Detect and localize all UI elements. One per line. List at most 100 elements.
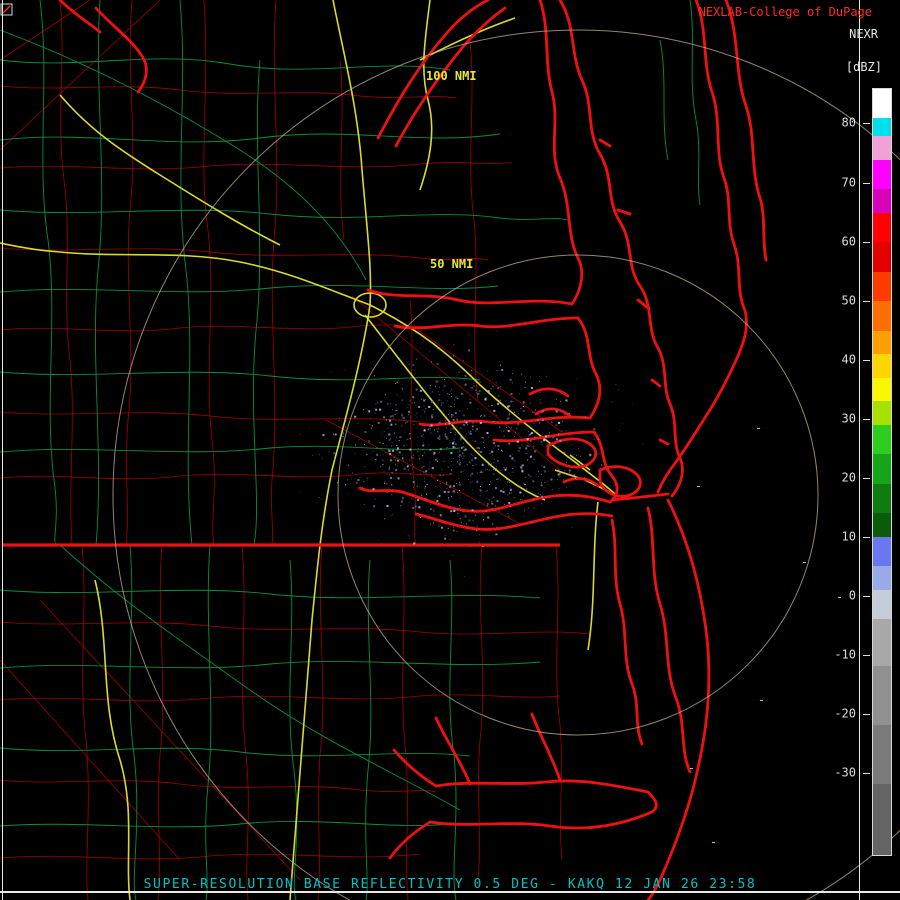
echo-pixel [357, 479, 360, 481]
echo-pixel [456, 418, 459, 421]
echo-pixel [386, 473, 388, 475]
echo-pixel [428, 444, 430, 446]
echo-pixel [440, 400, 442, 402]
echo-pixel [543, 487, 545, 489]
echo-pixel [400, 505, 402, 507]
echo-pixel [475, 371, 476, 373]
echo-pixel [443, 550, 445, 552]
echo-pixel [412, 495, 414, 497]
echo-pixel [527, 431, 529, 433]
echo-pixel [450, 396, 452, 398]
colorbar-tick-mark [863, 182, 870, 184]
echo-pixel [475, 389, 477, 391]
echo-pixel [450, 393, 452, 394]
echo-pixel [338, 419, 340, 421]
echo-pixel [602, 452, 604, 454]
echo-pixel [433, 498, 435, 500]
echo-pixel [569, 471, 570, 473]
echo-pixel [497, 444, 500, 447]
echo-pixel [468, 349, 471, 352]
echo-pixel [422, 409, 424, 411]
echo-pixel [479, 421, 482, 424]
echo-pixel [482, 437, 484, 439]
echo-pixel [419, 516, 421, 518]
echo-pixel [472, 439, 474, 441]
echo-pixel [505, 427, 507, 428]
echo-pixel [528, 445, 530, 447]
echo-pixel [473, 385, 475, 387]
echo-pixel [424, 387, 426, 389]
echo-pixel [373, 505, 376, 508]
echo-pixel [541, 495, 544, 498]
echo-pixel [379, 454, 381, 456]
echo-pixel [423, 399, 426, 402]
echo-pixel [451, 442, 454, 445]
echo-pixel [486, 469, 488, 470]
echo-pixel [448, 497, 449, 499]
echo-pixel [402, 497, 404, 500]
echo-pixel [512, 471, 514, 473]
echo-pixel [546, 516, 548, 518]
echo-pixel [461, 428, 463, 430]
echo-pixel [460, 522, 462, 524]
echo-pixel [371, 428, 373, 430]
colorbar-tick-label: 0 [848, 588, 856, 603]
echo-pixel [459, 518, 461, 520]
echo-pixel [497, 448, 499, 450]
colorbar-tick-label: -10 [834, 647, 856, 662]
echo-pixel [488, 499, 490, 501]
offshore-echo-speck [803, 562, 806, 563]
echo-pixel [495, 533, 498, 536]
echo-pixel [472, 421, 475, 424]
echo-pixel [464, 524, 466, 526]
echo-pixel [426, 493, 427, 495]
echo-pixel [522, 405, 524, 407]
echo-pixel [530, 387, 533, 389]
colorbar-tick-mark [863, 359, 870, 361]
echo-pixel [558, 421, 561, 424]
echo-pixel [575, 407, 577, 409]
echo-pixel [458, 458, 460, 460]
echo-pixel [558, 432, 560, 434]
echo-pixel [568, 413, 570, 414]
echo-pixel [390, 403, 391, 405]
echo-pixel [479, 501, 481, 503]
echo-pixel [422, 455, 424, 457]
echo-pixel [522, 499, 524, 501]
range-rings-layer [112, 29, 900, 900]
echo-pixel [536, 547, 538, 549]
echo-pixel [492, 378, 494, 380]
echo-pixel [492, 385, 494, 387]
echo-pixel [416, 485, 418, 487]
echo-pixel [334, 459, 336, 460]
echo-pixel [479, 381, 481, 383]
echo-pixel [453, 344, 455, 346]
echo-pixel [536, 430, 538, 431]
echo-pixel [512, 518, 514, 520]
echo-pixel [368, 440, 370, 443]
echo-pixel [457, 452, 459, 453]
echo-pixel [557, 473, 560, 476]
echo-pixel [482, 546, 484, 547]
echo-pixel [386, 403, 388, 405]
echo-pixel [391, 471, 394, 474]
echo-pixel [520, 499, 521, 501]
echo-pixel [486, 502, 489, 505]
echo-pixel [392, 449, 395, 452]
echo-pixel [482, 472, 484, 474]
echo-pixel [383, 430, 385, 432]
echo-pixel [424, 487, 426, 489]
echo-pixel [405, 422, 407, 424]
echo-pixel [530, 432, 533, 435]
echo-pixel [412, 457, 414, 459]
echo-pixel [419, 389, 422, 392]
echo-pixel [491, 450, 493, 452]
echo-pixel [377, 402, 379, 404]
echo-pixel [541, 465, 543, 467]
echo-pixel [518, 393, 520, 395]
colorbar-segment [873, 271, 891, 302]
echo-pixel [487, 505, 489, 507]
offshore-echo-speck [757, 428, 760, 429]
echo-pixel [510, 400, 512, 402]
echo-pixel [425, 399, 426, 401]
